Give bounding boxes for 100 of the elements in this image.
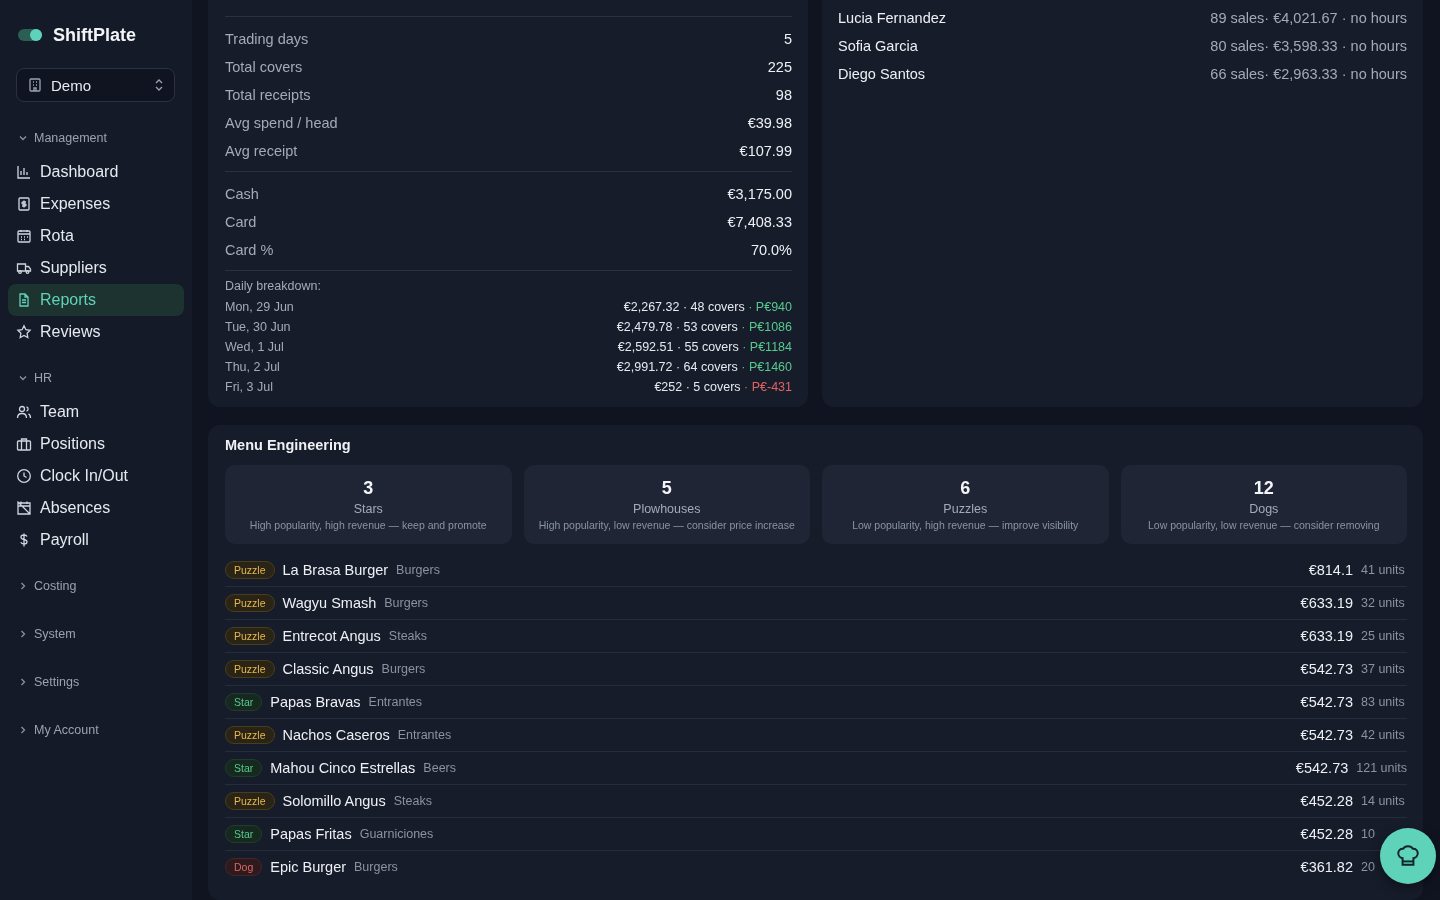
dish-name: Epic Burger bbox=[270, 859, 347, 875]
dish-name: Papas Fritas bbox=[270, 826, 352, 842]
quadrant-name: Puzzles bbox=[943, 502, 988, 516]
quadrant-hint: Low popularity, low revenue — consider removing bbox=[1148, 519, 1380, 531]
category-tag: Puzzle bbox=[225, 726, 275, 744]
nav-group-toggle[interactable]: System bbox=[8, 616, 86, 652]
truck-icon bbox=[16, 260, 32, 276]
category-tag: Puzzle bbox=[225, 561, 275, 579]
nav-item[interactable]: Positions bbox=[8, 428, 184, 460]
nav-item[interactable]: Reports bbox=[8, 284, 184, 316]
quadrant-count: 5 bbox=[661, 478, 672, 499]
metric-value: 225 bbox=[767, 59, 792, 75]
staff-stats: 80 sales· €3,598.33 · no hours bbox=[1210, 38, 1407, 54]
quadrant-count: 6 bbox=[960, 478, 971, 499]
briefcase-icon bbox=[16, 436, 32, 452]
section-heading: Daily breakdown: bbox=[225, 279, 322, 293]
dish-revenue: €542.73 bbox=[1300, 694, 1353, 710]
nav-item[interactable]: Dashboard bbox=[8, 156, 184, 188]
dish-revenue: €542.73 bbox=[1295, 760, 1349, 776]
clock-icon bbox=[16, 468, 32, 484]
dish-units: 42 units bbox=[1361, 728, 1406, 742]
chevron-right-icon bbox=[18, 725, 28, 735]
category-tag: Star bbox=[225, 693, 263, 711]
nav-item[interactable]: Rota bbox=[8, 220, 184, 252]
day-profit: · P€1086 bbox=[740, 320, 792, 334]
metric-label: Trading days bbox=[225, 31, 309, 47]
card-title: Menu Engineering bbox=[225, 437, 352, 455]
dish-category: Steaks bbox=[393, 794, 432, 808]
receipt-icon bbox=[16, 196, 32, 212]
dish-name: Wagyu Smash bbox=[282, 595, 377, 611]
metric-value: €39.98 bbox=[747, 115, 792, 131]
chevron-down-icon bbox=[18, 133, 28, 143]
category-tag: Dog bbox=[225, 858, 263, 876]
dish-category: Burgers bbox=[354, 860, 398, 874]
nav-group-toggle[interactable]: Management bbox=[8, 120, 117, 156]
quadrant-hint: High popularity, high revenue — keep and promote bbox=[249, 519, 487, 531]
nav-item[interactable]: Team bbox=[8, 396, 184, 428]
dish-units: 10 bbox=[1361, 827, 1376, 841]
nav-group-toggle[interactable]: HR bbox=[8, 360, 63, 396]
category-tag: Puzzle bbox=[225, 792, 275, 810]
metric-value: 5 bbox=[783, 31, 792, 47]
metric-value: €7,408.33 bbox=[727, 214, 792, 230]
nav-item[interactable]: Expenses bbox=[8, 188, 184, 220]
dish-units: 14 units bbox=[1361, 794, 1406, 808]
chevron-right-icon bbox=[18, 581, 28, 591]
quadrant-name: Plowhouses bbox=[633, 502, 701, 516]
chevron-updown-icon bbox=[154, 78, 164, 92]
day-label: Thu, 2 Jul bbox=[225, 360, 280, 374]
users-icon bbox=[16, 404, 32, 420]
day-label: Mon, 29 Jun bbox=[225, 300, 294, 314]
dish-category: Burgers bbox=[396, 563, 440, 577]
nav-item[interactable]: Suppliers bbox=[8, 252, 184, 284]
day-figures: €2,479.78 · 53 covers bbox=[616, 320, 738, 334]
file-icon bbox=[16, 292, 32, 308]
dish-units: 83 units bbox=[1361, 695, 1406, 709]
nav-item[interactable]: Reviews bbox=[8, 316, 184, 348]
day-label: Tue, 30 Jun bbox=[225, 320, 291, 334]
chevron-right-icon bbox=[18, 677, 28, 687]
day-label: Wed, 1 Jul bbox=[225, 340, 284, 354]
dish-units: 25 units bbox=[1361, 629, 1406, 643]
quadrant-name: Dogs bbox=[1249, 502, 1279, 516]
workspace-select[interactable]: Demo bbox=[16, 68, 175, 102]
nav-group-toggle[interactable]: Settings bbox=[8, 664, 90, 700]
day-profit: · P€940 bbox=[747, 300, 792, 314]
metric-label: Total receipts bbox=[225, 87, 311, 103]
metric-label: Card % bbox=[225, 242, 274, 258]
chevron-down-icon bbox=[18, 373, 28, 383]
quadrant-hint: High popularity, low revenue — consider price increase bbox=[538, 519, 795, 531]
metric-label: Avg spend / head bbox=[225, 115, 338, 131]
dish-revenue: €542.73 bbox=[1300, 727, 1353, 743]
dish-units: 41 units bbox=[1361, 563, 1406, 577]
dish-name: Entrecot Angus bbox=[282, 628, 381, 644]
quadrant-name: Stars bbox=[353, 502, 383, 516]
metric-label: Total covers bbox=[225, 59, 303, 75]
chef-hat-icon bbox=[1395, 843, 1421, 869]
metric-value: €3,175.00 bbox=[727, 186, 792, 202]
dish-revenue: €542.73 bbox=[1300, 661, 1353, 677]
day-profit: · P€-431 bbox=[743, 380, 792, 394]
day-figures: €252 · 5 covers bbox=[654, 380, 741, 394]
star-icon bbox=[16, 324, 32, 340]
nav-item[interactable]: Absences bbox=[8, 492, 184, 524]
staff-stats: 89 sales· €4,021.67 · no hours bbox=[1210, 10, 1407, 26]
nav-group-toggle[interactable]: My Account bbox=[8, 712, 109, 748]
day-figures: €2,592.51 · 55 covers bbox=[617, 340, 739, 354]
category-tag: Star bbox=[225, 759, 263, 777]
dish-units: 121 units bbox=[1356, 761, 1407, 775]
day-figures: €2,991.72 · 64 covers bbox=[616, 360, 738, 374]
nav-item[interactable]: Payroll bbox=[8, 524, 184, 556]
category-tag: Puzzle bbox=[225, 627, 275, 645]
toggle-logo-icon bbox=[18, 28, 44, 42]
category-tag: Puzzle bbox=[225, 594, 275, 612]
dish-revenue: €452.28 bbox=[1300, 826, 1353, 842]
metric-value: 98 bbox=[775, 87, 792, 103]
calendar-off-icon bbox=[16, 500, 32, 516]
day-profit: · P€1184 bbox=[741, 340, 792, 354]
nav-item[interactable]: Clock In/Out bbox=[8, 460, 184, 492]
nav-group-toggle[interactable]: Costing bbox=[8, 568, 87, 604]
metric-label: Card bbox=[225, 214, 257, 230]
quadrant-count: 3 bbox=[363, 478, 374, 499]
metric-value: 70.0% bbox=[750, 242, 792, 258]
